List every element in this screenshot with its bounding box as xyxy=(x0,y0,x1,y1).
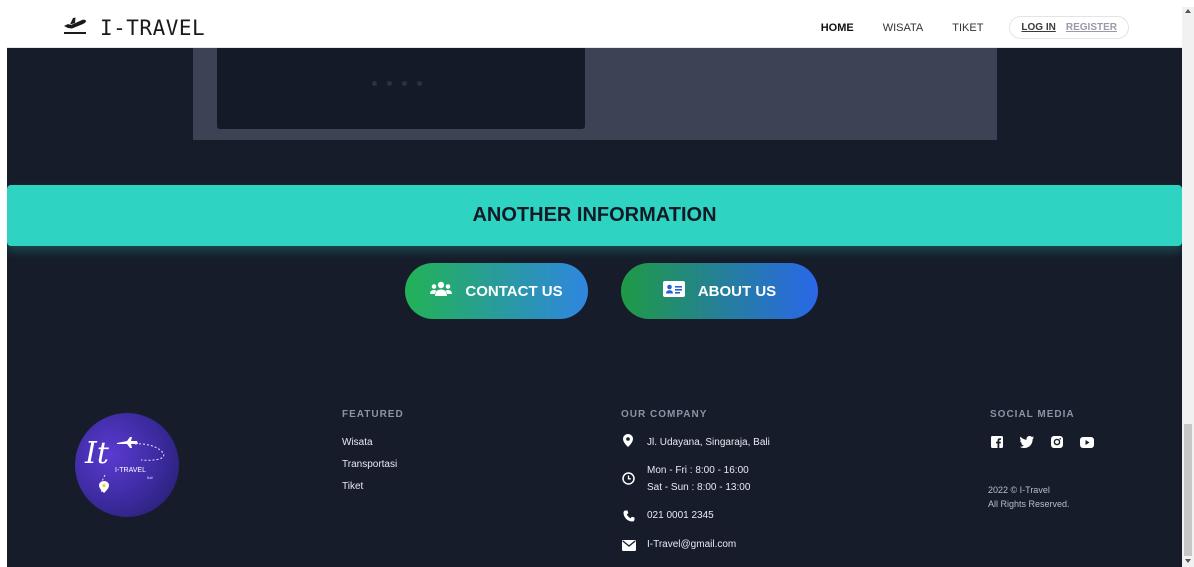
company-hours-weekend: Sat - Sun : 8:00 - 13:00 xyxy=(647,482,751,493)
users-icon xyxy=(430,281,453,301)
featured-link-wisata[interactable]: Wisata xyxy=(342,437,373,448)
twitter-icon[interactable] xyxy=(1019,435,1034,453)
window-left-edge xyxy=(0,0,7,567)
carousel-indicators xyxy=(372,81,422,86)
carousel-slide xyxy=(217,48,585,129)
envelope-icon xyxy=(622,538,636,556)
page: I-TRAVEL HOME WISATA TIKET LOG IN REGIST… xyxy=(7,7,1182,567)
carousel-dot[interactable] xyxy=(402,81,407,86)
carousel-dot[interactable] xyxy=(417,81,422,86)
company-title: OUR COMPANY xyxy=(621,409,708,420)
facebook-icon[interactable] xyxy=(991,435,1003,453)
social-title: SOCIAL MEDIA xyxy=(990,409,1075,420)
featured-link-transportasi[interactable]: Transportasi xyxy=(342,459,397,470)
logo-subtext: Bali xyxy=(147,476,153,480)
youtube-icon[interactable] xyxy=(1080,435,1094,453)
about-us-label: ABOUT US xyxy=(697,282,777,300)
company-address: Jl. Udayana, Singaraja, Bali xyxy=(647,437,770,448)
map-marker-icon xyxy=(623,434,633,452)
id-card-icon xyxy=(662,281,685,301)
login-link[interactable]: LOG IN xyxy=(1021,22,1055,33)
copyright-text: 2022 © I-Travel xyxy=(988,485,1050,495)
nav-tiket[interactable]: TIKET xyxy=(952,22,983,34)
company-phone: 021 0001 2345 xyxy=(647,510,714,521)
company-email[interactable]: I-Travel@gmail.com xyxy=(647,539,736,550)
instagram-icon[interactable] xyxy=(1051,435,1063,453)
nav-home[interactable]: HOME xyxy=(821,22,854,34)
social-icons xyxy=(991,435,1094,453)
auth-group: LOG IN REGISTER xyxy=(1009,16,1129,39)
brand-link[interactable]: I-TRAVEL xyxy=(62,15,205,40)
contact-us-label: CONTACT US xyxy=(465,282,563,300)
brand-name: I-TRAVEL xyxy=(100,15,206,40)
svg-text:It: It xyxy=(84,436,110,471)
phone-icon xyxy=(623,509,635,527)
info-banner: ANOTHER INFORMATION xyxy=(7,185,1182,246)
logo-text: I-TRAVEL xyxy=(115,467,146,474)
site-logo: It I-TRAVEL Bali xyxy=(75,413,179,517)
featured-link-tiket[interactable]: Tiket xyxy=(342,481,363,492)
contact-us-button[interactable]: CONTACT US xyxy=(405,263,588,319)
clock-icon xyxy=(622,472,635,490)
carousel-dot[interactable] xyxy=(387,81,392,86)
window-top-edge xyxy=(0,0,1194,7)
banner-title: ANOTHER INFORMATION xyxy=(472,204,717,226)
plane-departure-icon xyxy=(62,15,88,40)
carousel xyxy=(193,48,997,140)
carousel-dot[interactable] xyxy=(372,81,377,86)
featured-title: FEATURED xyxy=(342,409,404,420)
scrollbar-thumb[interactable] xyxy=(1184,424,1192,556)
company-hours-weekday: Mon - Fri : 8:00 - 16:00 xyxy=(647,465,749,476)
nav-menu: HOME WISATA TIKET LOG IN REGISTER xyxy=(821,16,1129,39)
about-us-button[interactable]: ABOUT US xyxy=(621,263,818,319)
register-link[interactable]: REGISTER xyxy=(1066,22,1117,33)
navbar: I-TRAVEL HOME WISATA TIKET LOG IN REGIST… xyxy=(7,7,1182,48)
scroll-up-arrow-icon[interactable] xyxy=(1185,9,1191,13)
scroll-down-arrow-icon[interactable] xyxy=(1185,559,1191,563)
rights-text: All Rights Reserved. xyxy=(988,499,1070,509)
nav-wisata[interactable]: WISATA xyxy=(883,22,924,34)
